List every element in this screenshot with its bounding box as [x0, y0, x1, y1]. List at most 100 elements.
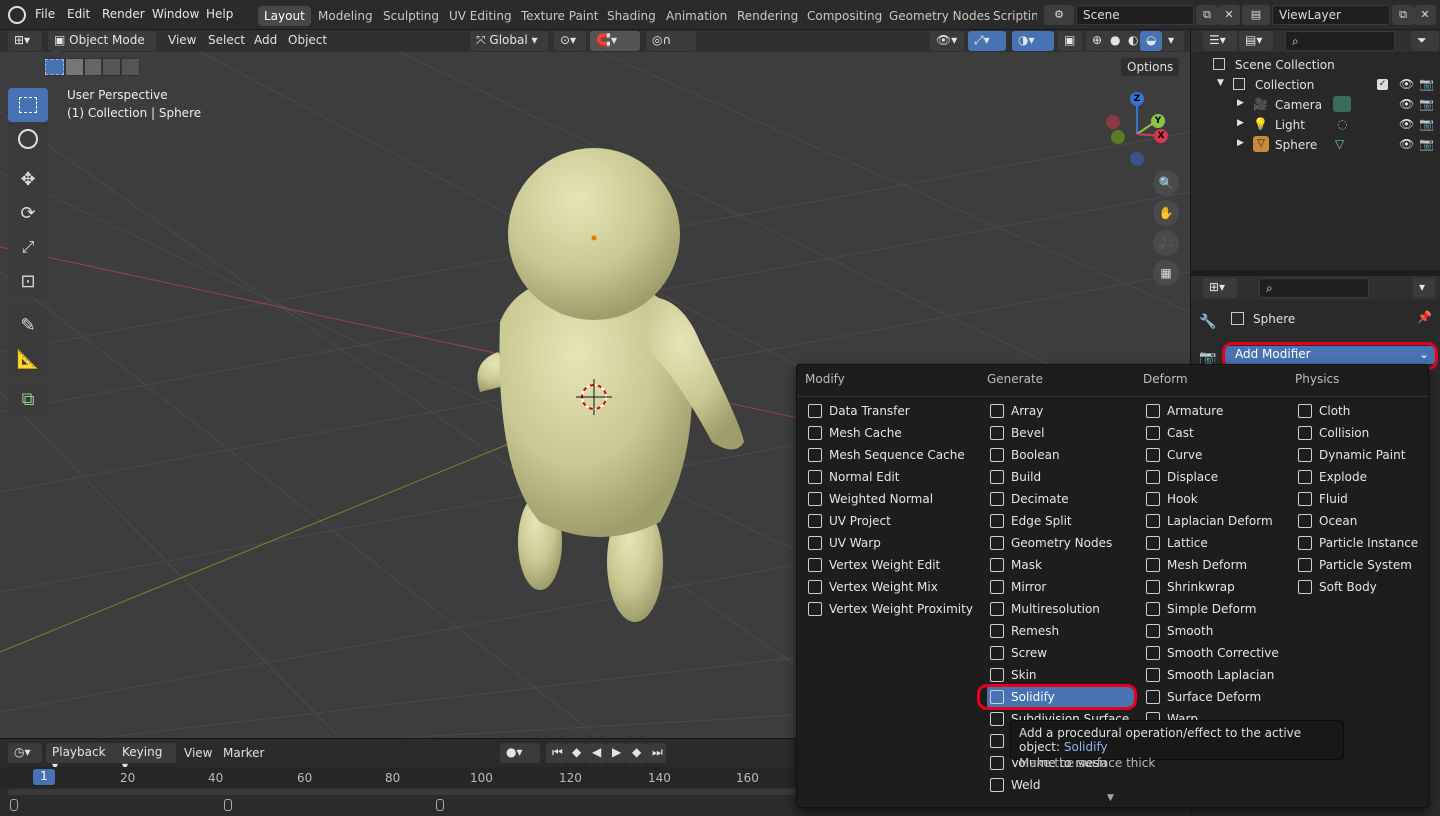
view-layer-copy-icon[interactable]: ⧉: [1392, 5, 1414, 25]
modifier-item-uv-project[interactable]: UV Project: [805, 510, 951, 532]
tab-modeling[interactable]: Modeling: [312, 6, 379, 26]
modifier-item-mesh-sequence-cache[interactable]: Mesh Sequence Cache: [805, 444, 965, 466]
filter-icon[interactable]: ⏷: [1411, 31, 1439, 51]
outliner-row-scene-collection[interactable]: Scene Collection: [1191, 55, 1440, 75]
proportional-edit-icon[interactable]: ◎∩: [646, 31, 696, 51]
tab-scripting[interactable]: Scripting: [987, 6, 1037, 26]
modifier-item-remesh[interactable]: Remesh: [987, 620, 1135, 642]
gizmo-toggle-icon[interactable]: ⤢▾: [968, 31, 1006, 51]
tool-select-box[interactable]: [8, 88, 48, 122]
xray-icon[interactable]: ▣: [1058, 31, 1082, 51]
modifier-item-screw[interactable]: Screw: [987, 642, 1135, 664]
outliner-row-camera[interactable]: ▶ 🎥 Camera 👁 📷: [1191, 95, 1440, 115]
modifier-item-surface-deform[interactable]: Surface Deform: [1143, 686, 1289, 708]
menu-window[interactable]: Window: [152, 7, 199, 21]
collection-checkbox[interactable]: ✓: [1377, 79, 1388, 90]
modifier-item-hook[interactable]: Hook: [1143, 488, 1289, 510]
tab-texture-paint[interactable]: Texture Paint: [515, 6, 604, 26]
zoom-icon[interactable]: 🔍: [1153, 170, 1179, 196]
mode-dropdown[interactable]: ▣ Object Mode ▾: [48, 31, 156, 61]
menu-view[interactable]: View: [168, 33, 196, 47]
camera-visibility-icon[interactable]: 👁: [1399, 97, 1414, 111]
play-reverse-icon[interactable]: ◀: [586, 743, 606, 763]
tool-rotate[interactable]: ⟳: [8, 196, 48, 230]
shading-options-icon[interactable]: ▾: [1162, 31, 1184, 51]
blender-logo-icon[interactable]: [8, 6, 26, 24]
modifier-item-edge-split[interactable]: Edge Split: [987, 510, 1135, 532]
next-key-icon[interactable]: ◆: [626, 743, 646, 763]
menu-object[interactable]: Object: [288, 33, 327, 47]
menu-add[interactable]: Add: [254, 33, 277, 47]
prev-key-icon[interactable]: ◆: [566, 743, 586, 763]
light-render-icon[interactable]: 📷: [1419, 117, 1434, 131]
light-data-icon[interactable]: ◌: [1337, 117, 1347, 131]
outliner-editor-icon[interactable]: ☰▾: [1203, 31, 1237, 51]
overlays-icon[interactable]: ◑▾: [1012, 31, 1054, 51]
auto-key-icon[interactable]: ●▾: [500, 743, 540, 763]
scene-remove-icon[interactable]: ✕: [1218, 5, 1240, 25]
gizmo-axis-x[interactable]: X: [1154, 129, 1168, 143]
select-extend-icon[interactable]: [65, 59, 83, 75]
modifier-item-vertex-weight-mix[interactable]: Vertex Weight Mix: [805, 576, 951, 598]
snap-icon[interactable]: 🧲▾: [590, 31, 640, 51]
modifier-item-cast[interactable]: Cast: [1143, 422, 1289, 444]
options-button[interactable]: Options: [1121, 58, 1180, 76]
camera-data-icon[interactable]: [1333, 96, 1351, 112]
timeline-view-menu[interactable]: View: [184, 746, 212, 760]
properties-editor-icon[interactable]: ⊞▾: [1203, 278, 1237, 298]
tool-tab-icon[interactable]: 🔧: [1199, 314, 1216, 330]
modifier-item-bevel[interactable]: Bevel: [987, 422, 1135, 444]
select-intersect-icon[interactable]: [122, 59, 139, 75]
current-frame-indicator[interactable]: 1: [33, 769, 55, 785]
sphere-render-icon[interactable]: 📷: [1419, 137, 1434, 151]
modifier-item-shrinkwrap[interactable]: Shrinkwrap: [1143, 576, 1289, 598]
modifier-item-weighted-normal[interactable]: Weighted Normal: [805, 488, 951, 510]
modifier-item-soft-body[interactable]: Soft Body: [1295, 576, 1440, 598]
modifier-item-mesh-cache[interactable]: Mesh Cache: [805, 422, 951, 444]
modifier-item-data-transfer[interactable]: Data Transfer: [805, 400, 951, 422]
modifier-item-boolean[interactable]: Boolean: [987, 444, 1135, 466]
modifier-item-geometry-nodes[interactable]: Geometry Nodes: [987, 532, 1135, 554]
modifier-item-simple-deform[interactable]: Simple Deform: [1143, 598, 1289, 620]
tool-scale[interactable]: ⤢: [8, 230, 48, 264]
modifier-item-cloth[interactable]: Cloth: [1295, 400, 1440, 422]
modifier-item-skin[interactable]: Skin: [987, 664, 1135, 686]
tab-shading[interactable]: Shading: [601, 6, 662, 26]
tool-transform[interactable]: ⊡: [8, 264, 48, 298]
scene-selector-icon[interactable]: ⚙: [1044, 5, 1074, 25]
jump-start-icon[interactable]: ⏮: [546, 743, 566, 763]
expand-sphere-icon[interactable]: ▶: [1237, 138, 1244, 148]
modifier-item-smooth-laplacian[interactable]: Smooth Laplacian: [1143, 664, 1289, 686]
camera-view-icon[interactable]: 🎥: [1153, 230, 1179, 256]
collection-visibility-icon[interactable]: 👁: [1399, 77, 1414, 91]
scroll-down-icon[interactable]: ▼: [1107, 793, 1114, 803]
outliner-row-collection[interactable]: ▼ Collection ✓ 👁 📷: [1191, 75, 1440, 95]
tab-geometry-nodes[interactable]: Geometry Nodes: [883, 6, 996, 26]
modifier-item-curve[interactable]: Curve: [1143, 444, 1289, 466]
tab-layout[interactable]: Layout: [258, 6, 311, 26]
editor-type-icon[interactable]: ⊞▾: [8, 31, 42, 51]
modifier-item-mirror[interactable]: Mirror: [987, 576, 1135, 598]
collection-render-icon[interactable]: 📷: [1419, 77, 1434, 91]
modifier-item-laplacian-deform[interactable]: Laplacian Deform: [1143, 510, 1289, 532]
shading-rendered-icon[interactable]: ◒: [1140, 31, 1162, 51]
light-visibility-icon[interactable]: 👁: [1399, 117, 1414, 131]
select-subtract-icon[interactable]: [84, 59, 102, 75]
scene-name-field[interactable]: Scene: [1076, 5, 1194, 25]
menu-file[interactable]: File: [35, 7, 55, 21]
modifier-item-lattice[interactable]: Lattice: [1143, 532, 1289, 554]
gizmo-axis-z[interactable]: Z: [1130, 92, 1144, 106]
gizmo-axis-y[interactable]: Y: [1151, 114, 1165, 128]
modifier-item-multiresolution[interactable]: Multiresolution: [987, 598, 1135, 620]
tab-compositing[interactable]: Compositing: [801, 6, 888, 26]
modifier-item-displace[interactable]: Displace: [1143, 466, 1289, 488]
expand-collection-icon[interactable]: ▼: [1217, 78, 1224, 88]
modifier-item-armature[interactable]: Armature: [1143, 400, 1289, 422]
modifier-item-explode[interactable]: Explode: [1295, 466, 1440, 488]
modifier-item-vertex-weight-proximity[interactable]: Vertex Weight Proximity: [805, 598, 973, 620]
tab-uv-editing[interactable]: UV Editing: [443, 6, 518, 26]
view-layer-field[interactable]: ViewLayer: [1272, 5, 1390, 25]
view-layer-icon[interactable]: ▤: [1242, 5, 1270, 25]
camera-render-icon[interactable]: 📷: [1419, 97, 1434, 111]
outliner-row-sphere[interactable]: ▶ ▽ Sphere ▽ 👁 📷: [1191, 135, 1440, 155]
